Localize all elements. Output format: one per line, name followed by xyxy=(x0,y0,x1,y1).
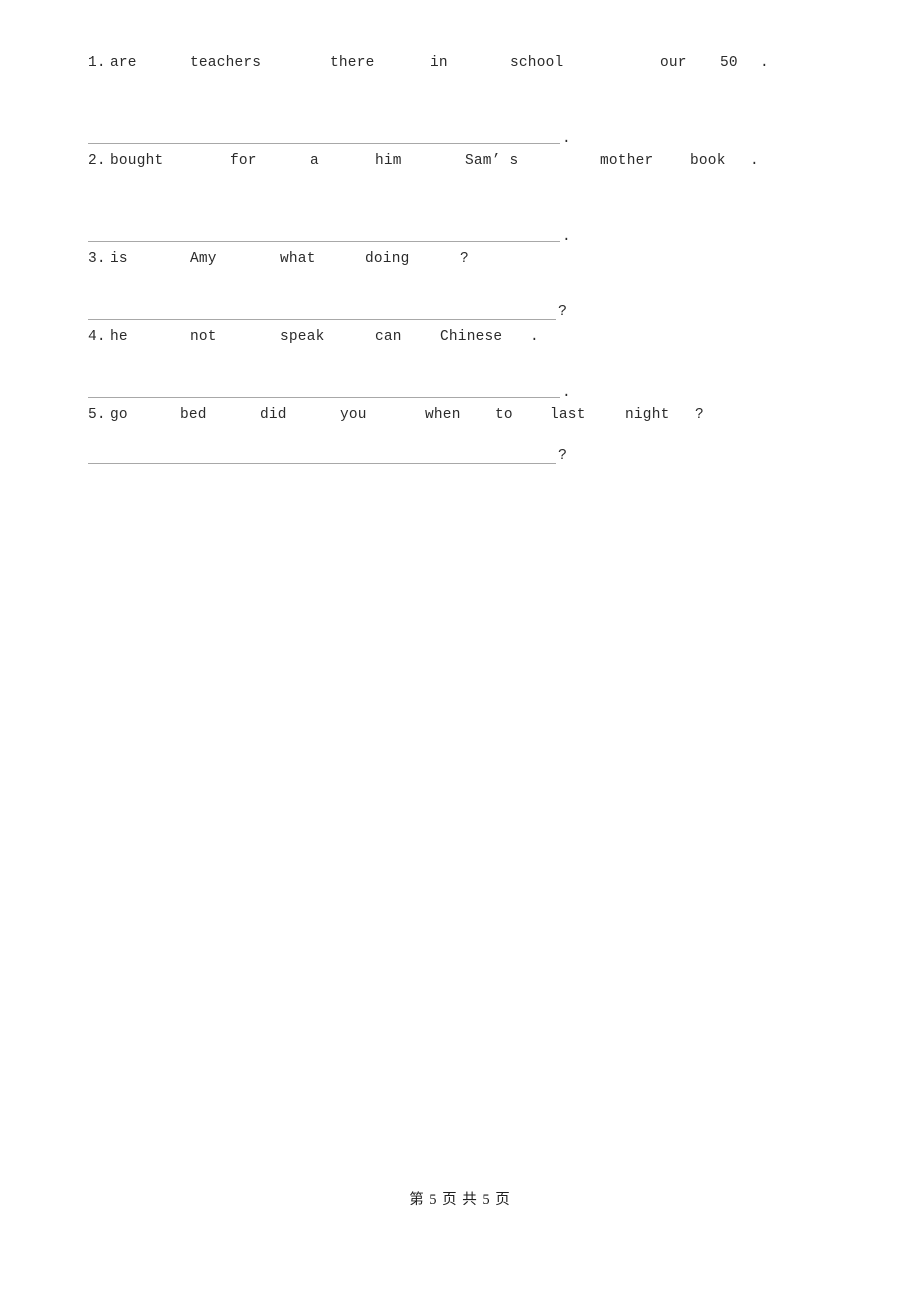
answer-terminator: . xyxy=(562,228,571,245)
prompt-row: 1. are teachers there in school our 50. xyxy=(88,52,848,74)
exercise-list: 1. are teachers there in school our 50.. 2. bough… xyxy=(88,52,848,470)
answer-row[interactable]: . xyxy=(88,172,848,248)
scrambled-word: bed xyxy=(180,407,207,423)
scrambled-word: . xyxy=(750,153,759,169)
prompt-row: 5. go bed did you when to last night? xyxy=(88,404,848,426)
scrambled-word: when xyxy=(425,407,461,423)
scrambled-word: last xyxy=(550,407,586,423)
scrambled-word: are xyxy=(110,55,137,71)
prompt-row: 3. is Amy what doing? xyxy=(88,248,848,270)
scrambled-word: for xyxy=(230,153,257,169)
scrambled-word: teachers xyxy=(190,55,262,71)
answer-blank-line[interactable] xyxy=(88,319,556,320)
answer-blank-line[interactable] xyxy=(88,143,560,144)
item-number: 1. xyxy=(88,55,106,71)
scrambled-word: go xyxy=(110,407,128,423)
scrambled-word: book xyxy=(690,153,726,169)
item-number: 4. xyxy=(88,329,106,345)
answer-row[interactable]: . xyxy=(88,74,848,150)
scrambled-word: our xyxy=(660,55,687,71)
answer-row[interactable]: ? xyxy=(88,270,848,326)
scrambled-word: night xyxy=(625,407,670,423)
scrambled-word: there xyxy=(330,55,375,71)
answer-row[interactable]: ? xyxy=(88,426,848,470)
exercise-item: 3. is Amy what doing?? xyxy=(88,248,848,326)
answer-terminator: . xyxy=(562,130,571,147)
item-number: 5. xyxy=(88,407,106,423)
scrambled-word: Amy xyxy=(190,251,217,267)
answer-row[interactable]: . xyxy=(88,348,848,404)
scrambled-word: not xyxy=(190,329,217,345)
scrambled-word: did xyxy=(260,407,287,423)
answer-blank-line[interactable] xyxy=(88,463,556,464)
document-page: 1. are teachers there in school our 50.. 2. bough… xyxy=(0,0,920,1302)
scrambled-word: a xyxy=(310,153,319,169)
prompt-row: 4. he not speak can Chinese. xyxy=(88,326,848,348)
exercise-item: 5. go bed did you when to last night?? xyxy=(88,404,848,470)
scrambled-word: he xyxy=(110,329,128,345)
item-number: 2. xyxy=(88,153,106,169)
scrambled-word: what xyxy=(280,251,316,267)
answer-blank-line[interactable] xyxy=(88,397,560,398)
scrambled-word: can xyxy=(375,329,402,345)
scrambled-word: him xyxy=(375,153,402,169)
item-number: 3. xyxy=(88,251,106,267)
scrambled-word: Sam’ s xyxy=(465,153,519,169)
scrambled-word: in xyxy=(430,55,448,71)
scrambled-word: doing xyxy=(365,251,410,267)
answer-terminator: ? xyxy=(558,447,568,464)
scrambled-word: bought xyxy=(110,153,164,169)
page-footer: 第 5 页 共 5 页 xyxy=(409,1192,511,1208)
scrambled-word: you xyxy=(340,407,367,423)
scrambled-word: school xyxy=(510,55,564,71)
answer-blank-line[interactable] xyxy=(88,241,560,242)
exercise-item: 2. bought for a him Sam’ s mother book.. xyxy=(88,150,848,248)
scrambled-word: ? xyxy=(460,251,469,267)
scrambled-word: ? xyxy=(695,407,704,423)
exercise-item: 1. are teachers there in school our 50.. xyxy=(88,52,848,150)
exercise-item: 4. he not speak can Chinese.. xyxy=(88,326,848,404)
answer-terminator: . xyxy=(562,384,571,401)
answer-terminator: ? xyxy=(558,303,568,320)
scrambled-word: mother xyxy=(600,153,654,169)
scrambled-word: . xyxy=(530,329,539,345)
scrambled-word: 50 xyxy=(720,55,738,71)
prompt-row: 2. bought for a him Sam’ s mother book. xyxy=(88,150,848,172)
scrambled-word: . xyxy=(760,55,769,71)
scrambled-word: speak xyxy=(280,329,325,345)
scrambled-word: is xyxy=(110,251,128,267)
scrambled-word: Chinese xyxy=(440,329,503,345)
scrambled-word: to xyxy=(495,407,513,423)
